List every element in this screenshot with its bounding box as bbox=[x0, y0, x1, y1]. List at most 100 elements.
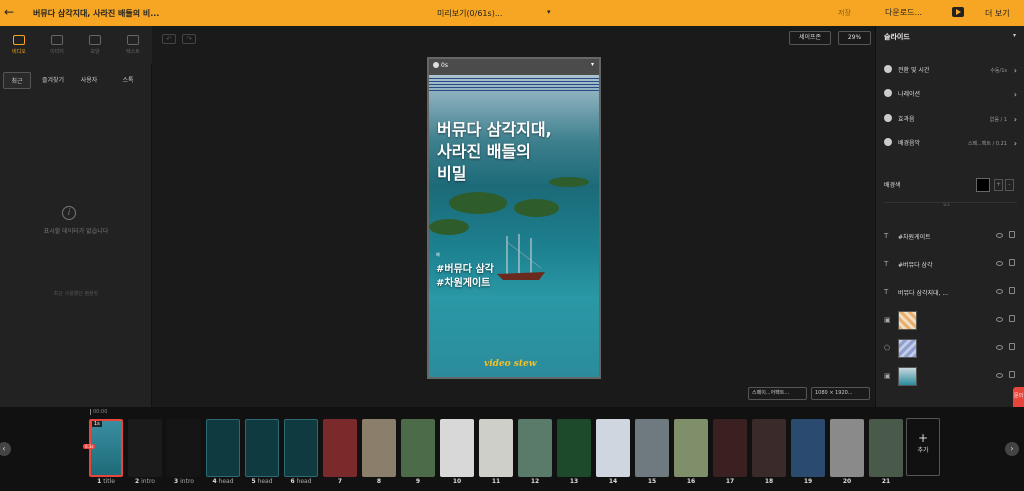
slide-name: intro bbox=[141, 478, 155, 485]
shape-icon bbox=[89, 35, 101, 45]
chevron-down-icon[interactable]: ▾ bbox=[1013, 32, 1016, 39]
divider bbox=[884, 202, 1017, 203]
slide-thumbnail[interactable] bbox=[557, 419, 591, 477]
slide-number: 16 bbox=[686, 478, 696, 485]
info-icon: i bbox=[62, 206, 76, 220]
eye-icon[interactable] bbox=[996, 289, 1003, 294]
slide-preview[interactable]: 0s ▾ 버뮤다 삼각지대, 사라진 배들의 비밀 예 #버뮤다 삼각 #차원게… bbox=[427, 57, 601, 379]
slide-number: 2 bbox=[135, 478, 140, 485]
zoom-button[interactable]: 29% bbox=[838, 31, 871, 45]
lock-icon[interactable] bbox=[1009, 259, 1015, 266]
tab-image[interactable]: 이미지 bbox=[38, 26, 76, 64]
slide-thumbnail[interactable] bbox=[245, 419, 279, 477]
video-icon bbox=[13, 35, 25, 45]
preview-button[interactable]: 미리보기(0/61s)... bbox=[437, 8, 502, 19]
subtab-stock[interactable]: 스톡 bbox=[110, 72, 146, 89]
download-button[interactable]: 다운로드... bbox=[885, 7, 922, 18]
slide-thumbnail[interactable] bbox=[596, 419, 630, 477]
lock-icon[interactable] bbox=[1009, 343, 1015, 350]
safe-zone-button[interactable]: 세이프존 bbox=[789, 31, 831, 45]
scroll-left-icon[interactable]: ‹ bbox=[0, 442, 11, 456]
sound-effect-row[interactable]: 효과음 없음 / 1 › bbox=[884, 113, 1017, 127]
slide-label: 13 bbox=[554, 478, 594, 485]
project-title[interactable]: 버뮤다 삼각지대, 사라진 배들의 비... bbox=[33, 8, 159, 19]
layer-thumbnail bbox=[898, 311, 917, 330]
slide-thumbnail[interactable] bbox=[791, 419, 825, 477]
chevron-right-icon: › bbox=[1013, 90, 1017, 99]
lock-icon[interactable] bbox=[1009, 315, 1015, 322]
slide-thumbnail[interactable] bbox=[401, 419, 435, 477]
slide-number: 9 bbox=[415, 478, 421, 485]
lock-icon[interactable] bbox=[1009, 287, 1015, 294]
image-layer-icon: ▣ bbox=[884, 316, 891, 324]
slide-thumbnail[interactable] bbox=[323, 419, 357, 477]
layer-item[interactable]: ▣ bbox=[882, 365, 1019, 389]
slide-thumbnail[interactable] bbox=[440, 419, 474, 477]
slide-thumbnail[interactable] bbox=[479, 419, 513, 477]
slide-label: 14 bbox=[593, 478, 633, 485]
lock-icon[interactable] bbox=[1009, 231, 1015, 238]
youtube-icon[interactable] bbox=[952, 7, 964, 17]
remove-color-button[interactable]: - bbox=[1005, 179, 1014, 191]
layer-item[interactable]: T #차원게이트 bbox=[882, 225, 1019, 249]
transition-time-row[interactable]: 전환 및 시간 수동/1s › bbox=[884, 64, 1017, 78]
subtab-user[interactable]: 사용자 bbox=[74, 72, 104, 89]
bgm-row[interactable]: 배경음악 스페...펙트 / 0.21 › bbox=[884, 137, 1017, 151]
slide-thumbnail[interactable] bbox=[206, 419, 240, 477]
slide-label: 1 title bbox=[86, 478, 126, 485]
slide-thumbnail[interactable] bbox=[752, 419, 786, 477]
eye-icon[interactable] bbox=[996, 345, 1003, 350]
eye-icon[interactable] bbox=[996, 373, 1003, 378]
slide-headline[interactable]: 버뮤다 삼각지대, 사라진 배들의 비밀 bbox=[437, 119, 597, 185]
back-arrow-icon[interactable]: ← bbox=[4, 5, 14, 19]
slide-thumbnail[interactable] bbox=[713, 419, 747, 477]
slide-label: 10 bbox=[437, 478, 477, 485]
asset-subtabs: 최근 즐겨찾기 사용자 스톡 bbox=[0, 72, 152, 89]
tab-shape[interactable]: 모양 bbox=[76, 26, 114, 64]
slide-number: 5 bbox=[251, 478, 256, 485]
slide-thumbnail[interactable] bbox=[128, 419, 162, 477]
layer-item[interactable]: ▣ bbox=[882, 309, 1019, 333]
slide-label: 15 bbox=[632, 478, 672, 485]
lock-icon[interactable] bbox=[1009, 371, 1015, 378]
slide-thumbnail[interactable] bbox=[674, 419, 708, 477]
canvas-size-chip[interactable]: 1080 × 1920... bbox=[811, 387, 870, 400]
tab-video[interactable]: 비디오 bbox=[0, 26, 38, 64]
music-chip[interactable]: 스페이...어펙트... bbox=[748, 387, 807, 400]
add-slide-button[interactable]: + 추가 bbox=[906, 418, 940, 476]
tab-text[interactable]: 텍스트 bbox=[114, 26, 152, 64]
more-button[interactable]: 더 보기 bbox=[985, 8, 1010, 19]
hashtag-dimension-gate[interactable]: #차원게이트 bbox=[436, 274, 490, 289]
slide-name: head bbox=[218, 478, 234, 485]
scroll-right-icon[interactable]: › bbox=[1005, 442, 1019, 456]
slide-thumbnail[interactable] bbox=[518, 419, 552, 477]
decorative-line bbox=[429, 90, 599, 91]
slide-label: 4 head bbox=[203, 478, 243, 485]
slide-thumbnail[interactable] bbox=[869, 419, 903, 477]
save-button[interactable]: 저장 bbox=[838, 8, 851, 18]
slide-thumbnail[interactable] bbox=[830, 419, 864, 477]
sailboat-icon bbox=[497, 234, 545, 280]
redo-icon[interactable]: ↷ bbox=[182, 34, 196, 44]
slide-menu-icon[interactable]: ▾ bbox=[591, 61, 594, 68]
bg-color-swatch[interactable] bbox=[976, 178, 990, 192]
slide-number: 7 bbox=[337, 478, 343, 485]
slide-transition-badge: 0.3s bbox=[83, 444, 96, 449]
chevron-down-icon[interactable]: ▾ bbox=[547, 8, 551, 16]
slide-thumbnail[interactable] bbox=[362, 419, 396, 477]
eye-icon[interactable] bbox=[996, 261, 1003, 266]
slide-thumbnail[interactable] bbox=[284, 419, 318, 477]
slide-thumbnail[interactable] bbox=[635, 419, 669, 477]
layer-item[interactable]: T 버뮤다 삼각지대, ... bbox=[882, 281, 1019, 305]
slide-thumbnail[interactable] bbox=[167, 419, 201, 477]
narration-row[interactable]: 나레이션 › bbox=[884, 88, 1017, 102]
undo-icon[interactable]: ↶ bbox=[162, 34, 176, 44]
add-color-button[interactable]: + bbox=[994, 179, 1003, 191]
hashtag-bermuda[interactable]: #버뮤다 삼각 bbox=[436, 260, 494, 275]
eye-icon[interactable] bbox=[996, 233, 1003, 238]
subtab-favorites[interactable]: 즐겨찾기 bbox=[36, 72, 70, 89]
eye-icon[interactable] bbox=[996, 317, 1003, 322]
subtab-recent[interactable]: 최근 bbox=[3, 72, 31, 89]
layer-item[interactable]: T #버뮤다 삼각 bbox=[882, 253, 1019, 277]
layer-item[interactable]: ⬠ bbox=[882, 337, 1019, 361]
